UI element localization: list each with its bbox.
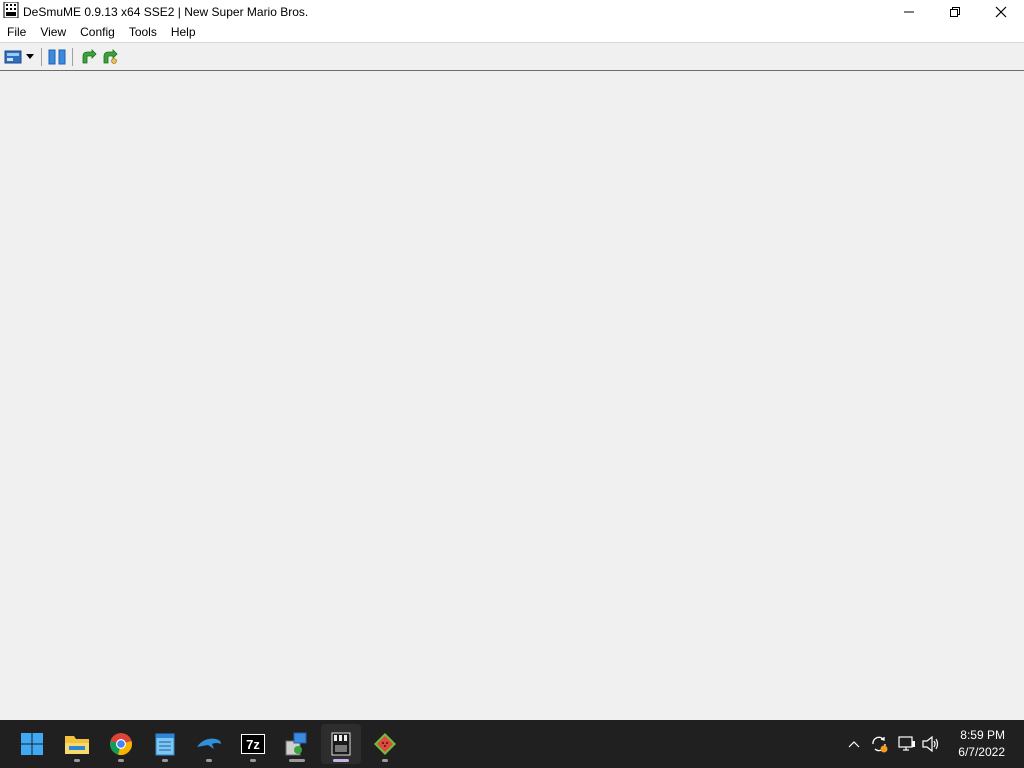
- restore-icon: [950, 6, 960, 17]
- running-indicator: [250, 759, 256, 762]
- sync-icon: [872, 736, 888, 753]
- toolbar-separator: [72, 47, 73, 66]
- dropdown-arrow-icon: [26, 54, 34, 59]
- menu-config[interactable]: Config: [73, 23, 122, 42]
- active-indicator: [333, 759, 349, 762]
- menu-file[interactable]: File: [0, 23, 33, 42]
- start-button[interactable]: [12, 724, 52, 764]
- reset-alt-icon: [103, 48, 118, 64]
- running-indicator: [382, 759, 388, 762]
- desmume-icon: [331, 732, 351, 756]
- svg-text:7z: 7z: [246, 737, 260, 752]
- clock-date: 6/7/2022: [958, 745, 1005, 759]
- clock-time: 8:59 PM: [960, 728, 1005, 742]
- file-explorer-icon: [65, 736, 89, 754]
- toolbar: [0, 43, 1024, 70]
- pause-button[interactable]: [46, 46, 68, 68]
- network-button[interactable]: [896, 720, 918, 768]
- running-indicator: [206, 759, 212, 762]
- chrome-icon: [110, 733, 132, 755]
- toolbar-separator: [41, 47, 42, 66]
- pause-icon: [48, 49, 66, 64]
- window-title: DeSmuME 0.9.13 x64 SSE2 | New Super Mari…: [23, 4, 309, 19]
- taskbar-desmume[interactable]: [321, 724, 361, 764]
- sync-status-button[interactable]: [868, 720, 890, 768]
- taskbar-dolphin[interactable]: [189, 724, 229, 764]
- running-indicator: [74, 759, 80, 762]
- taskbar-installer[interactable]: [277, 724, 317, 764]
- dolphin-icon: [197, 738, 221, 749]
- system-clock[interactable]: 8:59 PM 6/7/2022: [935, 727, 1005, 761]
- chevron-up-icon: [848, 741, 860, 748]
- 7zip-icon: 7z: [241, 734, 265, 754]
- taskbar-7zip[interactable]: 7z: [233, 724, 273, 764]
- open-rom-button[interactable]: [3, 46, 23, 68]
- desmume-icon: [0, 1, 23, 21]
- reset-icon: [82, 48, 97, 63]
- menu-tools[interactable]: Tools: [122, 23, 164, 42]
- running-indicator: [289, 759, 305, 762]
- network-icon: [898, 736, 915, 751]
- reset-alt-button[interactable]: [99, 46, 121, 68]
- reset-button[interactable]: [77, 46, 99, 68]
- notepad-icon: [155, 733, 175, 756]
- taskbar-melonds[interactable]: [365, 724, 405, 764]
- menu-help[interactable]: Help: [164, 23, 203, 42]
- minimize-icon: [904, 11, 914, 12]
- taskbar-chrome[interactable]: [101, 724, 141, 764]
- running-indicator: [118, 759, 124, 762]
- melonds-icon: [374, 733, 396, 755]
- installer-icon: [285, 732, 307, 756]
- emulator-screen-area[interactable]: [0, 71, 1024, 720]
- menu-view[interactable]: View: [33, 23, 73, 42]
- title-bar[interactable]: DeSmuME 0.9.13 x64 SSE2 | New Super Mari…: [0, 0, 1024, 23]
- minimize-button[interactable]: [886, 0, 932, 23]
- show-hidden-icons-button[interactable]: [844, 720, 864, 768]
- windows-start-icon: [21, 733, 43, 755]
- restore-button[interactable]: [932, 0, 978, 23]
- running-indicator: [162, 759, 168, 762]
- taskbar-file-explorer[interactable]: [57, 724, 97, 764]
- close-icon: [995, 6, 1007, 17]
- close-button[interactable]: [978, 0, 1024, 23]
- taskbar: 7z 8:59 PM 6/7/2022: [0, 720, 1024, 768]
- taskbar-notepad[interactable]: [145, 724, 185, 764]
- open-rom-icon: [4, 50, 22, 63]
- menu-bar: File View Config Tools Help: [0, 23, 1024, 42]
- open-rom-dropdown[interactable]: [23, 46, 37, 68]
